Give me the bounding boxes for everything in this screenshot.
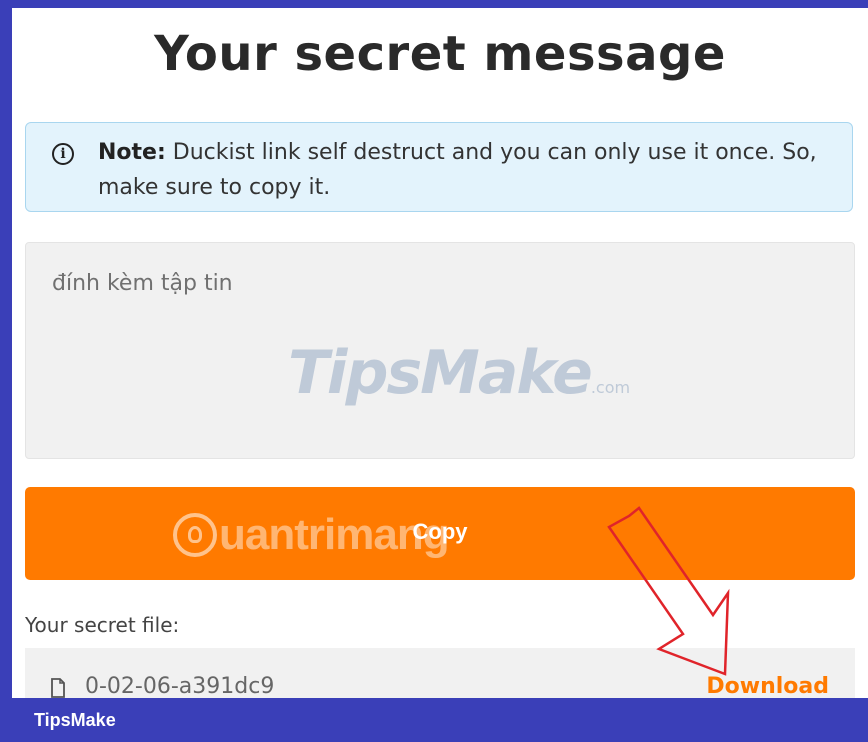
secret-file-label: Your secret file: — [25, 613, 180, 637]
note-label: Note: — [98, 140, 166, 165]
copy-button[interactable]: uantrimang Copy — [25, 487, 855, 580]
message-content-box[interactable]: đính kèm tập tin TipsMake.com — [25, 242, 855, 459]
secret-message-page: Your secret message i Note: Duckist link… — [12, 8, 868, 698]
page-title: Your secret message — [154, 26, 726, 82]
message-content-text: đính kèm tập tin — [52, 271, 233, 296]
copy-button-label: Copy — [412, 519, 468, 544]
file-name: 0-02-06-a391dc9 — [85, 674, 275, 698]
file-icon — [51, 678, 65, 698]
note-text: Duckist link self destruct and you can o… — [98, 140, 817, 200]
info-icon: i — [52, 143, 74, 165]
download-link[interactable]: Download — [706, 674, 829, 698]
tipsmake-watermark: TipsMake.com — [288, 338, 631, 408]
footer-brand: TipsMake — [34, 710, 116, 730]
footer-bar: TipsMake — [0, 698, 868, 742]
secret-file-row: 0-02-06-a391dc9 Download — [25, 648, 855, 698]
note-banner: i Note: Duckist link self destruct and y… — [25, 122, 853, 212]
